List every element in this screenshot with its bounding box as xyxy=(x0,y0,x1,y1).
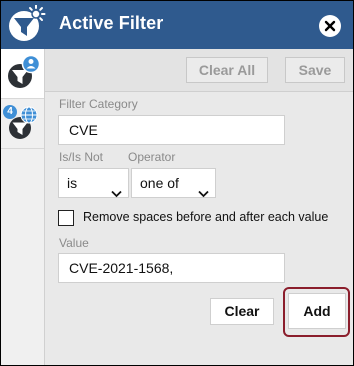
is-is-not-select[interactable]: is xyxy=(58,168,129,198)
is-is-not-value: is xyxy=(67,175,78,191)
filter-sidebar: 4 xyxy=(1,49,45,365)
active-filter-panel: Active Filter 4 Clear All Save Filter Ca… xyxy=(0,0,354,366)
value-label: Value xyxy=(59,236,89,250)
save-button[interactable]: Save xyxy=(285,57,345,83)
global-count-badge: 4 xyxy=(3,105,17,119)
clear-button[interactable]: Clear xyxy=(210,298,274,325)
remove-spaces-checkbox[interactable] xyxy=(58,210,74,226)
panel-header: Active Filter xyxy=(1,1,353,49)
filter-category-field[interactable]: CVE xyxy=(58,115,285,145)
operator-label: Operator xyxy=(128,150,176,164)
add-button[interactable]: Add xyxy=(288,293,346,329)
filter-category-label: Filter Category xyxy=(59,97,138,111)
value-field[interactable]: CVE-2021-1568, xyxy=(58,253,285,283)
tab-user-filter[interactable] xyxy=(1,49,44,99)
close-icon xyxy=(324,20,336,32)
panel-title: Active Filter xyxy=(59,13,164,33)
operator-value: one of xyxy=(140,175,179,191)
chevron-down-icon xyxy=(111,179,122,207)
remove-spaces-label: Remove spaces before and after each valu… xyxy=(83,210,329,224)
filter-toolbar: Clear All Save xyxy=(45,49,353,92)
clear-all-button[interactable]: Clear All xyxy=(186,57,268,83)
close-button[interactable] xyxy=(319,15,341,37)
is-is-not-label: Is/Is Not xyxy=(59,150,104,164)
operator-select[interactable]: one of xyxy=(131,168,216,198)
filter-user-icon xyxy=(8,54,40,88)
tab-global-filter[interactable]: 4 xyxy=(1,99,44,149)
filter-settings-icon xyxy=(8,4,46,43)
chevron-down-icon xyxy=(198,179,209,207)
